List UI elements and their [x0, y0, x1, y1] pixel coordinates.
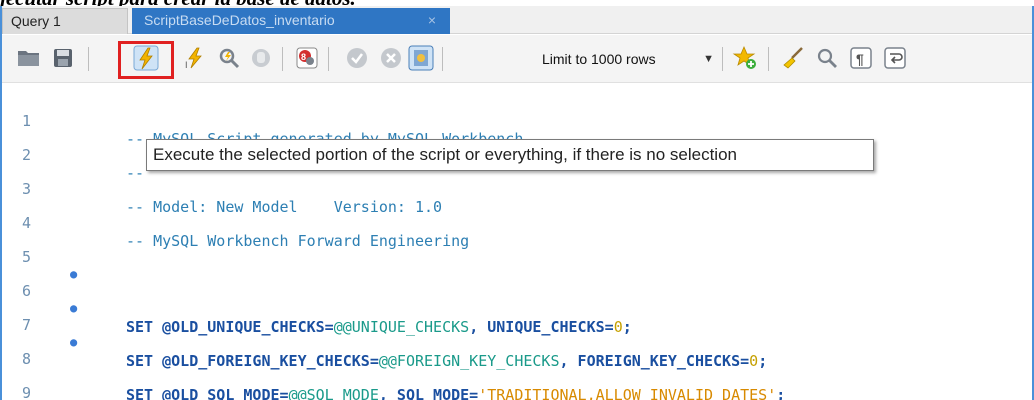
code-line: 4 -- MySQL Workbench Forward Engineering: [22, 214, 470, 250]
tab-bar: Query 1 ScriptBaseDeDatos_inventario ×: [2, 6, 1032, 34]
sql-editor[interactable]: 1 -- MySQL Script generated by MySQL Wor…: [2, 84, 1032, 400]
invisible-characters-icon[interactable]: ¶: [848, 45, 874, 71]
limit-rows-select[interactable]: Limit to 1000 rows ▼: [534, 46, 714, 72]
rollback-icon[interactable]: [378, 45, 404, 71]
stop-on-error-icon[interactable]: 8: [294, 45, 320, 71]
add-snippet-star-icon[interactable]: [732, 45, 758, 71]
svg-text:I: I: [185, 60, 188, 70]
tab-label: Query 1: [11, 13, 61, 29]
code-line: 7 ● SET @OLD_FOREIGN_KEY_CHECKS=@@FOREIG…: [22, 301, 768, 370]
explain-query-icon[interactable]: [216, 45, 242, 71]
chevron-down-icon: ▼: [703, 53, 714, 65]
save-icon[interactable]: [50, 45, 76, 71]
code-line: 9: [22, 384, 32, 400]
beautify-broom-icon[interactable]: [780, 45, 806, 71]
code-line: 6 ● SET @OLD_UNIQUE_CHECKS=@@UNIQUE_CHEC…: [22, 267, 632, 336]
execute-highlight-box: [118, 41, 174, 79]
query-editor-window: Query 1 ScriptBaseDeDatos_inventario × I: [0, 6, 1034, 400]
code-line: 1 -- MySQL Script generated by MySQL Wor…: [22, 112, 523, 148]
tab-query-1[interactable]: Query 1: [2, 8, 128, 34]
svg-text:¶: ¶: [856, 51, 864, 67]
commit-icon[interactable]: [344, 45, 370, 71]
close-tab-icon[interactable]: ×: [428, 8, 436, 32]
statement-marker-icon: ●: [70, 267, 78, 281]
statement-marker-icon: ●: [70, 301, 78, 315]
find-replace-icon[interactable]: [814, 45, 840, 71]
stop-icon[interactable]: [248, 45, 274, 71]
execute-statement-icon[interactable]: I: [182, 45, 208, 71]
open-file-icon[interactable]: [16, 45, 42, 71]
execute-tooltip: Execute the selected portion of the scri…: [146, 139, 874, 171]
tab-script-inventario[interactable]: ScriptBaseDeDatos_inventario ×: [132, 8, 450, 34]
limit-rows-label: Limit to 1000 rows: [542, 51, 656, 67]
sql-toolbar: I 8 Limit to 1000 rows ▼ ¶: [2, 35, 1032, 83]
statement-marker-icon: ●: [70, 335, 78, 349]
word-wrap-icon[interactable]: [882, 45, 908, 71]
svg-text:8: 8: [301, 52, 306, 62]
autocommit-toggle-icon[interactable]: [408, 45, 434, 71]
code-line: 8 ● SET @OLD_SQL_MODE=@@SQL_MODE, SQL_MO…: [22, 335, 786, 400]
code-line: 5: [22, 248, 32, 266]
tab-label: ScriptBaseDeDatos_inventario: [144, 12, 335, 28]
